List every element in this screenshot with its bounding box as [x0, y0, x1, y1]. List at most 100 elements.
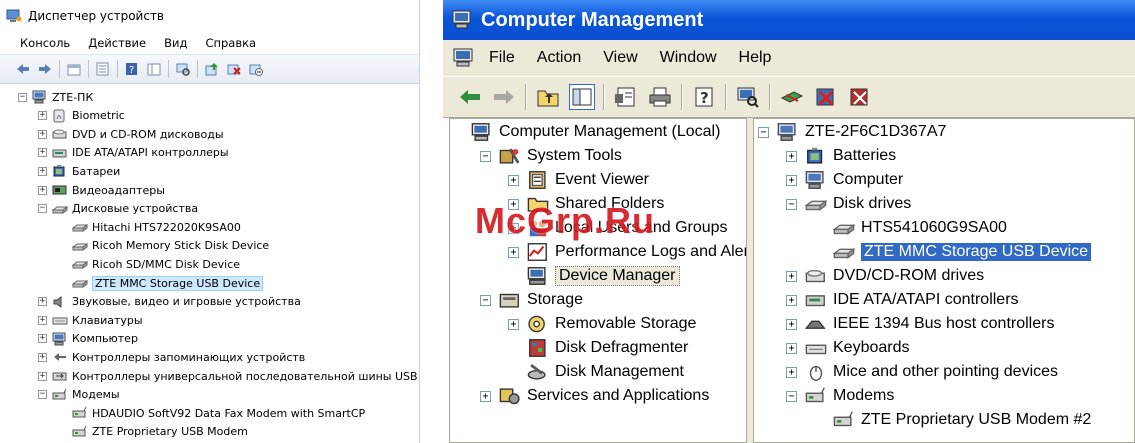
expand-icon[interactable]: +: [38, 352, 47, 362]
device-tree-node[interactable]: + DVD и CD-ROM дисководы: [38, 125, 224, 143]
expand-icon[interactable]: +: [38, 315, 47, 325]
show-hide-icon[interactable]: [145, 61, 162, 78]
device-tree-node[interactable]: ZTE MMC Storage USB Device: [58, 274, 264, 292]
expand-icon[interactable]: +: [38, 129, 47, 139]
menu-action[interactable]: Действие: [88, 36, 146, 50]
expand-icon[interactable]: +: [38, 371, 47, 381]
device-list-node[interactable]: − ZTE-2F6C1D367A7: [758, 120, 946, 144]
menu-console[interactable]: Консоль: [20, 36, 70, 50]
expand-icon[interactable]: +: [508, 174, 519, 186]
device-list-node[interactable]: + Computer: [786, 168, 903, 192]
device-list-node[interactable]: + Batteries: [786, 144, 896, 168]
device-tree-node[interactable]: + Контроллеры запоминающих устройств: [38, 348, 305, 366]
forward-icon[interactable]: [36, 61, 53, 78]
console-tree-node[interactable]: Computer Management (Local): [452, 120, 720, 144]
properties-icon[interactable]: [94, 61, 111, 78]
device-tree-node[interactable]: − ZTE-ПК: [18, 88, 93, 106]
up-icon[interactable]: [65, 61, 82, 78]
device-tree-node[interactable]: + Клавиатуры: [38, 311, 143, 329]
expand-icon[interactable]: +: [38, 111, 47, 121]
expand-icon[interactable]: +: [786, 342, 797, 354]
expand-icon[interactable]: +: [38, 185, 47, 195]
expand-icon[interactable]: +: [38, 148, 47, 158]
collapse-icon[interactable]: −: [480, 294, 491, 306]
update-driver-icon[interactable]: [203, 61, 220, 78]
console-tree-node[interactable]: Device Manager: [508, 264, 680, 288]
expand-icon[interactable]: +: [786, 270, 797, 282]
forward-icon[interactable]: [491, 84, 517, 110]
help-icon[interactable]: ?: [691, 84, 717, 110]
device-tree-node[interactable]: HDAUDIO SoftV92 Data Fax Modem with Smar…: [58, 404, 365, 422]
expand-icon[interactable]: +: [38, 334, 47, 344]
console-tree-node[interactable]: + Performance Logs and Alerts: [508, 240, 746, 264]
menu-window[interactable]: Window: [660, 49, 717, 67]
collapse-icon[interactable]: −: [480, 150, 491, 162]
scan-hardware-icon[interactable]: [735, 84, 761, 110]
device-list-node[interactable]: − Modems: [786, 384, 894, 408]
expand-icon[interactable]: +: [786, 366, 797, 378]
menu-help[interactable]: Help: [739, 49, 772, 67]
device-list-node[interactable]: HTS541060G9SA00: [814, 216, 1007, 240]
up-folder-icon[interactable]: [535, 84, 561, 110]
menu-view[interactable]: View: [603, 49, 637, 67]
menu-help[interactable]: Справка: [205, 36, 256, 50]
print-icon[interactable]: [647, 84, 673, 110]
device-tree-node[interactable]: − Дисковые устройства: [38, 200, 198, 218]
mmc-console-icon[interactable]: [453, 48, 475, 68]
console-tree-node[interactable]: Disk Defragmenter: [508, 336, 688, 360]
device-tree-node[interactable]: ZTE Proprietary USB Modem: [58, 423, 248, 441]
uninstall-icon[interactable]: [225, 61, 242, 78]
collapse-icon[interactable]: −: [786, 390, 797, 402]
expand-icon[interactable]: +: [38, 297, 47, 307]
scan-icon[interactable]: [174, 61, 191, 78]
console-tree-node[interactable]: − System Tools: [480, 144, 622, 168]
collapse-icon[interactable]: −: [38, 390, 47, 400]
disable-icon[interactable]: [813, 84, 839, 110]
device-tree-node[interactable]: Ricoh SD/MMC Disk Device: [58, 255, 240, 273]
device-tree-node[interactable]: + Звуковые, видео и игровые устройства: [38, 293, 301, 311]
expand-icon[interactable]: +: [786, 294, 797, 306]
uninstall-icon[interactable]: [847, 84, 873, 110]
collapse-icon[interactable]: −: [786, 198, 797, 210]
console-tree-node[interactable]: + Event Viewer: [508, 168, 649, 192]
device-tree-node[interactable]: Hitachi HTS722020K9SA00: [58, 218, 241, 236]
back-icon[interactable]: [14, 61, 31, 78]
expand-icon[interactable]: +: [786, 318, 797, 330]
expand-icon[interactable]: +: [480, 390, 491, 402]
back-icon[interactable]: [457, 84, 483, 110]
console-tree-node[interactable]: Disk Management: [508, 360, 684, 384]
device-list-node[interactable]: ZTE MMC Storage USB Device: [814, 240, 1092, 264]
expand-icon[interactable]: +: [786, 150, 797, 162]
show-hide-tree-icon[interactable]: [569, 84, 595, 110]
collapse-icon[interactable]: −: [18, 92, 27, 102]
device-tree-node[interactable]: + Biometric: [38, 107, 125, 125]
device-list-node[interactable]: + DVD/CD-ROM drives: [786, 264, 984, 288]
device-tree-node[interactable]: + Контроллеры универсальной последователь…: [38, 367, 418, 385]
device-tree-node[interactable]: + Видеоадаптеры: [38, 181, 165, 199]
menu-file[interactable]: File: [489, 49, 515, 67]
device-list-node[interactable]: + Mice and other pointing devices: [786, 360, 1058, 384]
menu-view[interactable]: Вид: [164, 36, 187, 50]
device-tree-node[interactable]: − Модемы: [38, 386, 120, 404]
expand-icon[interactable]: +: [38, 166, 47, 176]
device-tree-node[interactable]: + Батареи: [38, 162, 120, 180]
update-driver-icon[interactable]: [779, 84, 805, 110]
device-tree-node[interactable]: + IDE ATA/ATAPI контроллеры: [38, 144, 229, 162]
collapse-icon[interactable]: −: [38, 204, 47, 214]
expand-icon[interactable]: +: [508, 246, 519, 258]
device-tree-node[interactable]: + Компьютер: [38, 330, 138, 348]
device-list-node[interactable]: + Keyboards: [786, 336, 910, 360]
properties-icon[interactable]: [613, 84, 639, 110]
help-icon[interactable]: ?: [123, 61, 140, 78]
device-list-node[interactable]: + IEEE 1394 Bus host controllers: [786, 312, 1054, 336]
device-list-node[interactable]: ZTE Proprietary USB Modem #2: [814, 408, 1091, 432]
menu-action[interactable]: Action: [537, 49, 581, 67]
disable-icon[interactable]: [247, 61, 264, 78]
expand-icon[interactable]: +: [508, 318, 519, 330]
collapse-icon[interactable]: −: [758, 126, 769, 138]
console-tree-node[interactable]: − Storage: [480, 288, 583, 312]
console-tree-node[interactable]: + Removable Storage: [508, 312, 696, 336]
console-tree-node[interactable]: + Services and Applications: [480, 384, 709, 408]
expand-icon[interactable]: +: [786, 174, 797, 186]
device-tree-node[interactable]: Ricoh Memory Stick Disk Device: [58, 237, 269, 255]
